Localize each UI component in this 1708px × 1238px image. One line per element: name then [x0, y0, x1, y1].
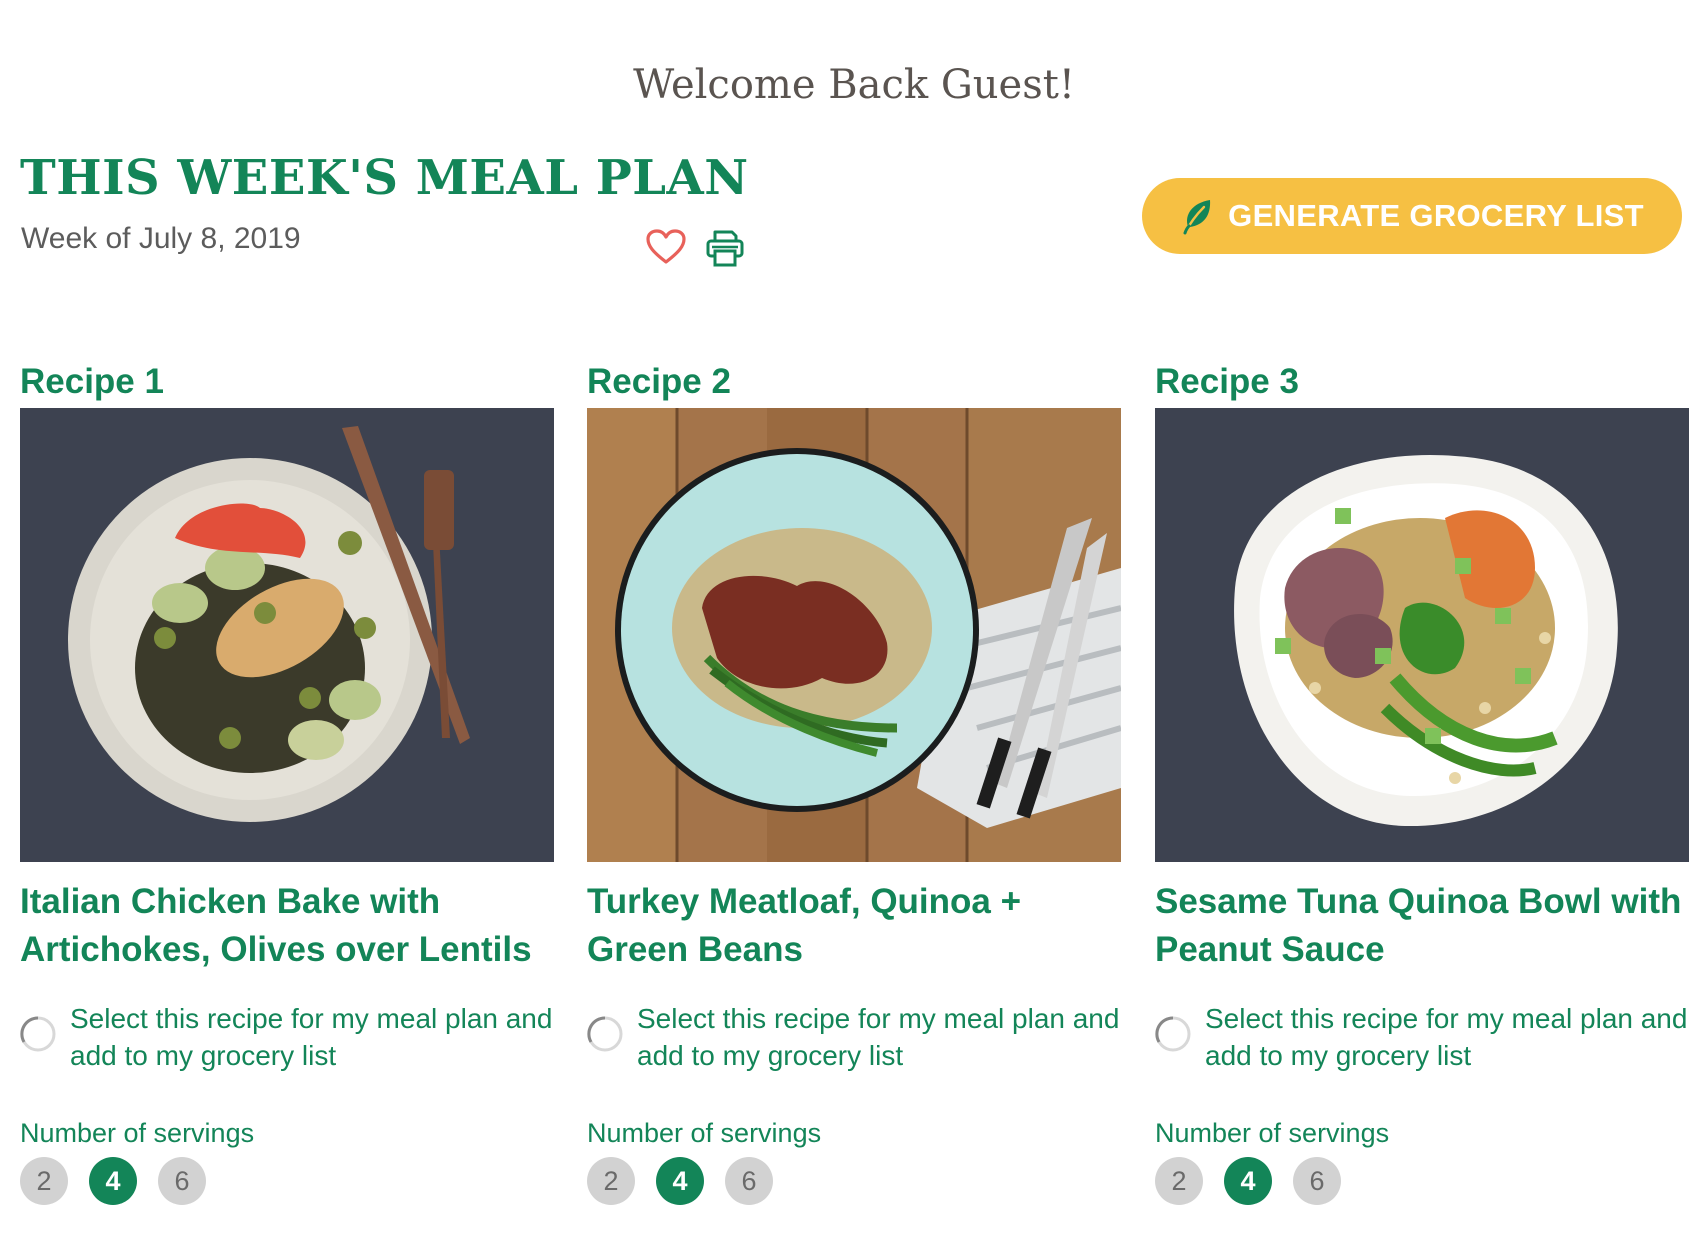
radio-icon[interactable] — [587, 1016, 623, 1052]
servings-label: Number of servings — [1155, 1118, 1390, 1148]
week-of-date: Week of July 8, 2019 — [21, 222, 301, 255]
select-recipe-option[interactable]: Select this recipe for my meal plan and … — [587, 1000, 1121, 1074]
recipe-card-1: Recipe 1 Italian Chicken Bake with Artic… — [20, 360, 554, 1205]
servings-selector: 2 4 6 — [1155, 1157, 1689, 1205]
select-recipe-text: Select this recipe for my meal plan and … — [70, 1003, 553, 1071]
recipe-card-2: Recipe 2 Turkey Meatloaf, Quinoa + Green… — [587, 360, 1121, 1205]
serving-option-6[interactable]: 6 — [1293, 1157, 1341, 1205]
servings-selector: 2 4 6 — [20, 1157, 554, 1205]
heart-icon[interactable] — [645, 228, 687, 266]
serving-option-6[interactable]: 6 — [158, 1157, 206, 1205]
select-recipe-text: Select this recipe for my meal plan and … — [637, 1003, 1120, 1071]
leaf-icon — [1183, 200, 1211, 235]
serving-option-6[interactable]: 6 — [725, 1157, 773, 1205]
recipe-photo[interactable] — [587, 408, 1121, 862]
recipe-photo[interactable] — [1155, 408, 1689, 862]
generate-grocery-list-button[interactable]: GENERATE GROCERY LIST — [1142, 178, 1682, 254]
select-recipe-option[interactable]: Select this recipe for my meal plan and … — [20, 1000, 554, 1074]
recipe-label: Recipe 3 — [1155, 362, 1299, 401]
recipe-title[interactable]: Italian Chicken Bake with Artichokes, Ol… — [20, 878, 554, 974]
serving-option-2[interactable]: 2 — [587, 1157, 635, 1205]
recipe-title[interactable]: Turkey Meatloaf, Quinoa + Green Beans — [587, 878, 1121, 974]
radio-icon[interactable] — [1155, 1016, 1191, 1052]
recipe-label: Recipe 2 — [587, 362, 731, 401]
servings-label: Number of servings — [587, 1118, 822, 1148]
grocery-button-label: GENERATE GROCERY LIST — [1228, 198, 1644, 233]
welcome-message: Welcome Back Guest! — [633, 62, 1075, 108]
select-recipe-text: Select this recipe for my meal plan and … — [1205, 1003, 1688, 1071]
recipe-label: Recipe 1 — [20, 362, 164, 401]
serving-option-2[interactable]: 2 — [20, 1157, 68, 1205]
serving-option-4[interactable]: 4 — [89, 1157, 137, 1205]
select-recipe-option[interactable]: Select this recipe for my meal plan and … — [1155, 1000, 1689, 1074]
serving-option-4[interactable]: 4 — [1224, 1157, 1272, 1205]
page-title: THIS WEEK'S MEAL PLAN — [20, 150, 749, 206]
servings-selector: 2 4 6 — [587, 1157, 1121, 1205]
radio-icon[interactable] — [20, 1016, 56, 1052]
printer-icon[interactable] — [704, 227, 746, 269]
serving-option-2[interactable]: 2 — [1155, 1157, 1203, 1205]
recipe-title[interactable]: Sesame Tuna Quinoa Bowl with Peanut Sauc… — [1155, 878, 1689, 974]
servings-label: Number of servings — [20, 1118, 255, 1148]
serving-option-4[interactable]: 4 — [656, 1157, 704, 1205]
recipe-card-3: Recipe 3 Sesame Tuna Quinoa Bowl with Pe… — [1155, 360, 1689, 1205]
recipe-photo[interactable] — [20, 408, 554, 862]
